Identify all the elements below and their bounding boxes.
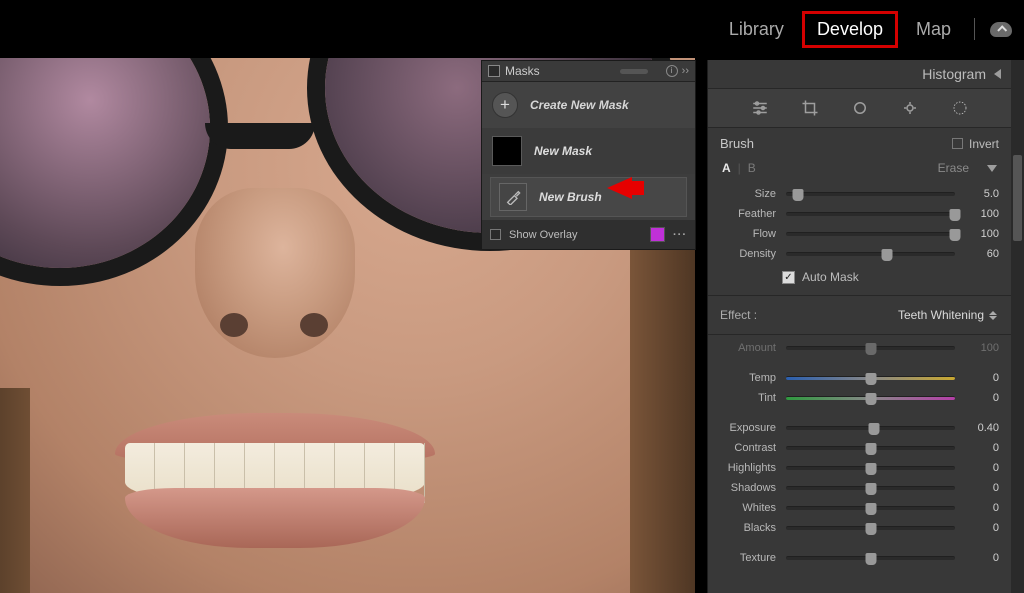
tool-strip [708,88,1011,128]
brush-icon [499,183,527,211]
brush-a-button[interactable]: A [722,161,731,175]
contrast-slider[interactable]: Contrast0 [708,438,1011,458]
masking-icon[interactable] [950,98,970,118]
mask-item[interactable]: New Mask [482,128,695,174]
erase-button[interactable]: Erase [938,161,969,175]
texture-slider[interactable]: Texture0 [708,548,1011,568]
more-options-icon[interactable]: ··· [673,229,687,241]
create-new-mask-button[interactable]: + Create New Mask [482,82,695,128]
effect-stepper-icon[interactable] [989,311,997,320]
highlights-slider[interactable]: Highlights0 [708,458,1011,478]
crop-icon[interactable] [800,98,820,118]
scrollbar-thumb[interactable] [1013,155,1022,241]
annotation-arrow-icon [607,177,632,199]
nav-develop[interactable]: Develop [802,11,898,48]
cloud-sync-icon[interactable] [990,22,1012,37]
effect-value: Teeth Whitening [898,308,984,322]
shadows-slider[interactable]: Shadows0 [708,478,1011,498]
effect-label: Effect : [720,308,757,322]
healing-icon[interactable] [850,98,870,118]
nav-library[interactable]: Library [721,15,792,44]
create-mask-label: Create New Mask [530,98,629,112]
edit-sliders-icon[interactable] [750,98,770,118]
redeye-icon[interactable] [900,98,920,118]
histogram-header[interactable]: Histogram [708,60,1011,88]
masks-title: Masks [505,64,614,78]
auto-mask-label: Auto Mask [802,270,859,284]
masks-footer: Show Overlay ··· [482,220,695,249]
feather-slider[interactable]: Feather100 [708,204,1011,224]
brush-panel-header: Brush Invert [708,128,1011,159]
masks-icon [488,65,500,77]
flow-slider[interactable]: Flow100 [708,224,1011,244]
amount-slider: Amount100 [708,338,1011,358]
nav-divider [974,18,975,40]
panel-scrollbar[interactable] [1011,60,1024,593]
invert-label: Invert [969,137,999,151]
brush-item-label: New Brush [539,190,602,204]
collapse-triangle-icon[interactable] [994,69,1001,79]
plus-icon: + [492,92,518,118]
expand-icon[interactable]: ›› [682,65,689,77]
auto-mask-row: ✓ Auto Mask [708,264,1011,292]
effect-selector[interactable]: Effect : Teeth Whitening [708,299,1011,331]
info-icon[interactable]: i [666,65,678,77]
brush-label: Brush [720,136,754,151]
whites-slider[interactable]: Whites0 [708,498,1011,518]
drag-handle-icon[interactable] [620,69,648,74]
auto-mask-checkbox[interactable]: ✓ [782,271,795,284]
histogram-label: Histogram [922,66,986,82]
develop-right-panel: Histogram Brush Invert A | B Erase Size5… [707,60,1024,593]
exposure-slider[interactable]: Exposure0.40 [708,418,1011,438]
module-nav: Library Develop Map [0,0,1024,58]
mask-thumbnail [492,136,522,166]
density-slider[interactable]: Density60 [708,244,1011,264]
show-overlay-checkbox[interactable] [490,229,501,240]
mask-item-label: New Mask [534,144,592,158]
tint-slider[interactable]: Tint0 [708,388,1011,408]
blacks-slider[interactable]: Blacks0 [708,518,1011,538]
brush-b-button[interactable]: B [748,161,756,175]
show-overlay-label: Show Overlay [509,229,577,241]
masks-panel-header[interactable]: Masks i ›› [482,61,695,82]
disclosure-triangle-icon[interactable] [987,165,997,172]
brush-ab-row: A | B Erase [708,159,1011,184]
invert-checkbox[interactable] [952,138,963,149]
size-slider[interactable]: Size5.0 [708,184,1011,204]
overlay-color-swatch[interactable] [650,227,665,242]
temp-slider[interactable]: Temp0 [708,368,1011,388]
nav-map[interactable]: Map [908,15,959,44]
masks-panel: Masks i ›› + Create New Mask New Mask Ne… [481,60,696,250]
brush-item-selected[interactable]: New Brush [490,177,687,217]
